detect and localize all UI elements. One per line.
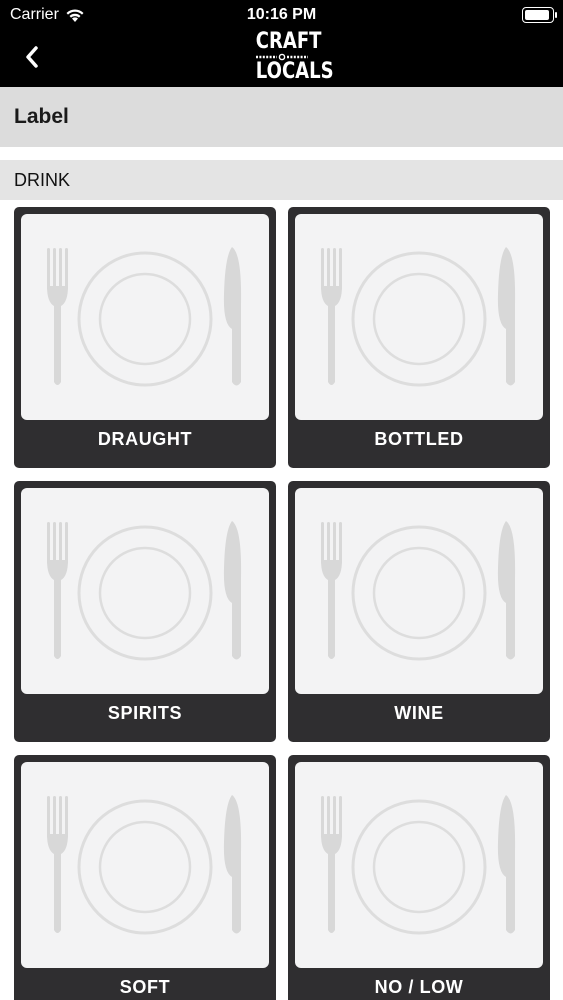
section-title: DRINK xyxy=(14,170,71,190)
category-image-placeholder xyxy=(295,214,543,420)
plate-cutlery-icon xyxy=(319,519,517,661)
battery-icon xyxy=(522,7,557,23)
page-label-header: Label xyxy=(0,87,563,147)
category-image-placeholder xyxy=(295,488,543,694)
plate-cutlery-icon xyxy=(45,793,243,935)
category-label: NO / LOW xyxy=(374,977,464,997)
plate-cutlery-icon xyxy=(45,245,243,387)
category-tile-no-low[interactable]: NO / LOW xyxy=(288,755,550,1000)
plate-cutlery-icon xyxy=(319,245,517,387)
category-label: SOFT xyxy=(119,977,171,997)
plate-cutlery-icon xyxy=(319,793,517,935)
category-tile-spirits[interactable]: SPIRITS xyxy=(14,481,276,742)
logo-text-top: CRAFT xyxy=(255,29,322,54)
craft-locals-logo: CRAFT LOCALS xyxy=(250,29,334,85)
category-label: WINE xyxy=(394,703,444,723)
category-label: SPIRITS xyxy=(107,703,183,723)
chevron-left-icon xyxy=(26,46,38,68)
navigation-bar: CRAFT LOCALS xyxy=(0,30,563,87)
category-tile-bottled[interactable]: BOTTLED xyxy=(288,207,550,468)
back-button[interactable] xyxy=(18,42,48,72)
category-grid: DRAUGHT BOTTLED SPIRITS WINE SOFT NO / L… xyxy=(0,200,563,1000)
plate-cutlery-icon xyxy=(45,519,243,661)
category-label: DRAUGHT xyxy=(97,429,193,449)
category-image-placeholder xyxy=(21,488,269,694)
status-time: 10:16 PM xyxy=(246,6,317,23)
category-label: BOTTLED xyxy=(374,429,464,449)
status-bar: Carrier 10:16 PM xyxy=(0,0,563,30)
category-image-placeholder xyxy=(295,762,543,968)
category-tile-wine[interactable]: WINE xyxy=(288,481,550,742)
category-tile-draught[interactable]: DRAUGHT xyxy=(14,207,276,468)
section-header-drink: DRINK xyxy=(0,160,563,200)
category-image-placeholder xyxy=(21,762,269,968)
logo-text-bottom: LOCALS xyxy=(255,59,334,84)
page-label: Label xyxy=(14,105,69,128)
category-image-placeholder xyxy=(21,214,269,420)
category-tile-soft[interactable]: SOFT xyxy=(14,755,276,1000)
